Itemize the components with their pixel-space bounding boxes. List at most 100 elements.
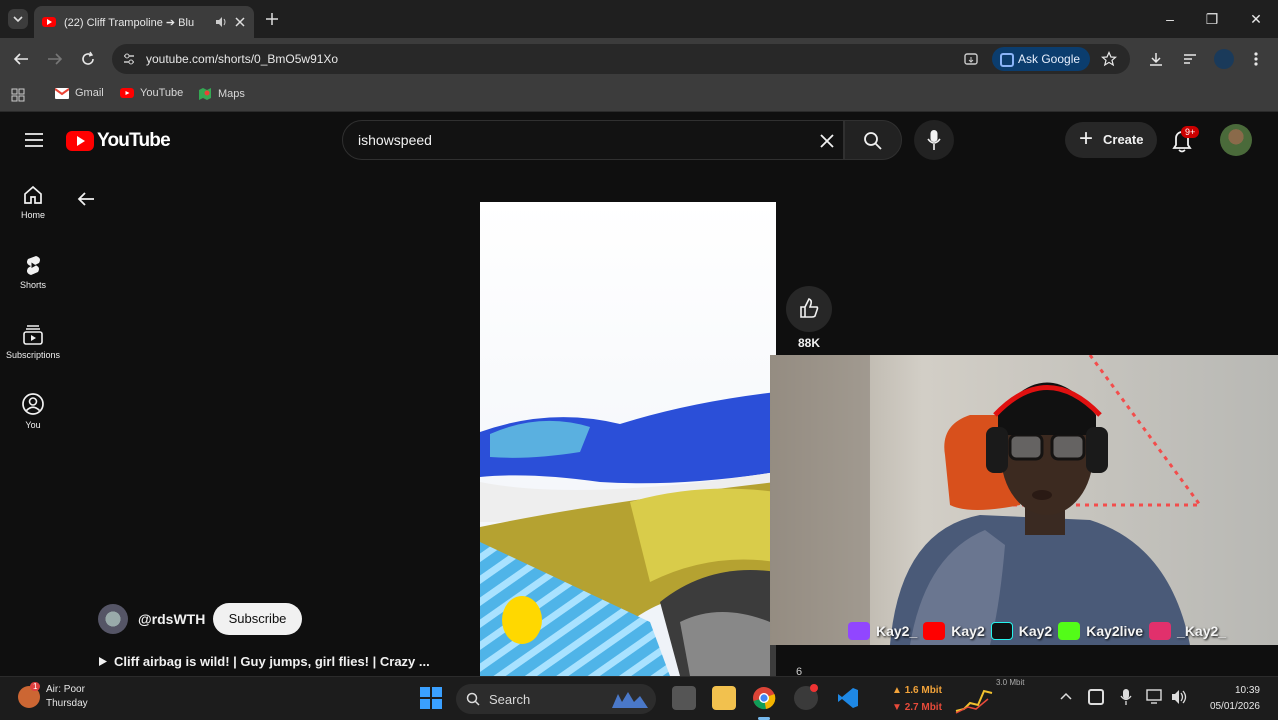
chrome-icon[interactable] [752,686,776,710]
download-icon[interactable] [1148,51,1164,67]
webcam-feed [770,355,1278,645]
tiktok-icon [990,622,1013,640]
search-query: ishowspeed [358,132,432,148]
youtube-logo-text: YouTube [97,130,171,151]
bookmark-youtube[interactable]: YouTube [120,87,183,99]
taskbar-search[interactable]: Search [456,684,656,714]
forward-arrow-icon[interactable] [46,51,64,67]
bookmark-maps[interactable]: Maps [198,87,245,101]
tab-search-button[interactable] [8,9,28,29]
webcam-overlay [770,355,1278,645]
channel-avatar[interactable] [98,604,128,634]
sync-icon[interactable] [1088,689,1104,705]
network-speed: ▲ 1.6 Mbit ▼ 2.7 Mbit [892,685,942,713]
browser-tab-strip: (22) Cliff Trampoline ➔ Blu – ❐ ✕ [0,0,1278,38]
speaker-icon[interactable] [214,15,228,29]
voice-search-button[interactable] [914,120,954,160]
tab-close-icon[interactable] [234,16,246,28]
vscode-icon[interactable] [836,686,860,710]
home-icon [24,185,42,204]
shorts-video-player[interactable] [480,202,776,676]
clock-date: 05/01/2026 [1209,701,1260,712]
sidebar-item-home[interactable]: Home [0,184,66,220]
upload-arrow-icon: ▲ [892,685,902,696]
search-button[interactable] [844,120,902,160]
file-explorer-icon[interactable] [712,686,736,710]
site-info-icon[interactable] [122,52,136,66]
windows-taskbar: 1 Air: Poor Thursday Search ▲ 1.6 Mbit ▼… [0,676,1278,720]
windows-start-icon[interactable] [420,687,442,709]
network-graph [955,689,993,714]
back-arrow-icon[interactable] [76,190,96,208]
browser-tab-active[interactable]: (22) Cliff Trampoline ➔ Blu [34,6,254,38]
back-arrow-icon[interactable] [12,51,30,67]
clear-search-icon[interactable] [819,133,835,149]
sidebar-item-subscriptions[interactable]: Subscriptions [0,324,66,360]
new-tab-icon[interactable] [264,11,280,27]
system-clock[interactable]: 10:39 05/01/2026 [1196,683,1260,715]
volume-icon[interactable] [1170,689,1188,705]
sidebar-item-shorts[interactable]: Shorts [0,254,66,290]
weather-widget[interactable]: Air: Poor Thursday [46,683,88,711]
display-tray-icon[interactable] [1146,689,1164,705]
play-icon [99,657,107,666]
download-arrow-icon: ▼ [892,702,902,713]
graph-scale-label: 3.0 Mbit [996,678,1025,687]
task-view-icon[interactable] [672,686,696,710]
sidebar-item-you[interactable]: You [0,392,66,430]
microphone-icon [927,130,941,150]
tray-overflow-icon[interactable] [1060,691,1072,701]
youtube-favicon-icon [42,17,56,27]
shorts-icon [27,256,40,275]
reload-icon[interactable] [80,51,96,67]
search-highlight-icon [612,692,648,708]
like-count: 88K [797,336,820,350]
tiktok-handle: Kay2 [1018,623,1053,639]
apps-grid-icon[interactable] [11,88,25,102]
minimize-button[interactable]: – [1158,8,1182,30]
profile-avatar[interactable] [1214,49,1234,69]
hamburger-menu-icon[interactable] [24,132,44,148]
tab-title: (22) Cliff Trampoline ➔ Blu [64,16,195,29]
thumbs-up-icon [800,298,819,318]
restore-button[interactable]: ❐ [1200,8,1224,30]
youtube-icon [120,88,134,98]
more-menu-icon[interactable] [1252,51,1260,67]
kick-handle: Kay2live [1086,623,1144,639]
twitch-icon [848,622,870,640]
twitch-handle: Kay2_ [876,623,918,639]
weather-alert-badge: 1 [30,682,41,691]
youtube-handle: Kay2 [951,623,985,639]
ask-google-button[interactable]: Ask Google [992,47,1091,71]
video-frame [480,202,776,676]
mic-tray-icon[interactable] [1120,688,1132,706]
address-bar[interactable]: youtube.com/shorts/0_BmO5w91Xo Ask Googl… [112,44,1130,74]
youtube-play-logo-icon [66,131,94,151]
gmail-icon [55,87,69,99]
search-input[interactable]: ishowspeed [342,120,844,160]
kick-icon [1058,622,1081,640]
url-text: youtube.com/shorts/0_BmO5w91Xo [146,52,339,66]
youtube-header: YouTube ishowspeed Create 9+ [0,113,1278,169]
search-icon [466,692,480,706]
install-app-icon[interactable] [963,51,979,67]
channel-name[interactable]: @rdsWTH [138,611,205,627]
youtube-logo[interactable]: YouTube [66,130,171,152]
instagram-handle: _Kay2_ [1177,623,1227,639]
recording-dot-icon [810,684,818,692]
maps-icon [199,88,211,100]
bookmark-gmail[interactable]: Gmail [55,87,104,99]
bookmark-star-icon[interactable] [1101,51,1117,67]
like-button[interactable] [786,286,832,332]
account-circle-icon [22,393,44,415]
reading-mode-icon[interactable] [1182,51,1198,67]
browser-toolbar: youtube.com/shorts/0_BmO5w91Xo Ask Googl… [0,38,1278,80]
subscriptions-icon [23,325,43,345]
close-window-button[interactable]: ✕ [1244,8,1268,30]
create-button[interactable]: Create [1065,121,1158,158]
instagram-icon [1149,622,1172,640]
subscribe-button[interactable]: Subscribe [213,603,302,635]
video-title[interactable]: Cliff airbag is wild! | Guy jumps, girl … [98,654,458,669]
search-icon [864,132,882,150]
account-avatar[interactable] [1220,124,1252,156]
